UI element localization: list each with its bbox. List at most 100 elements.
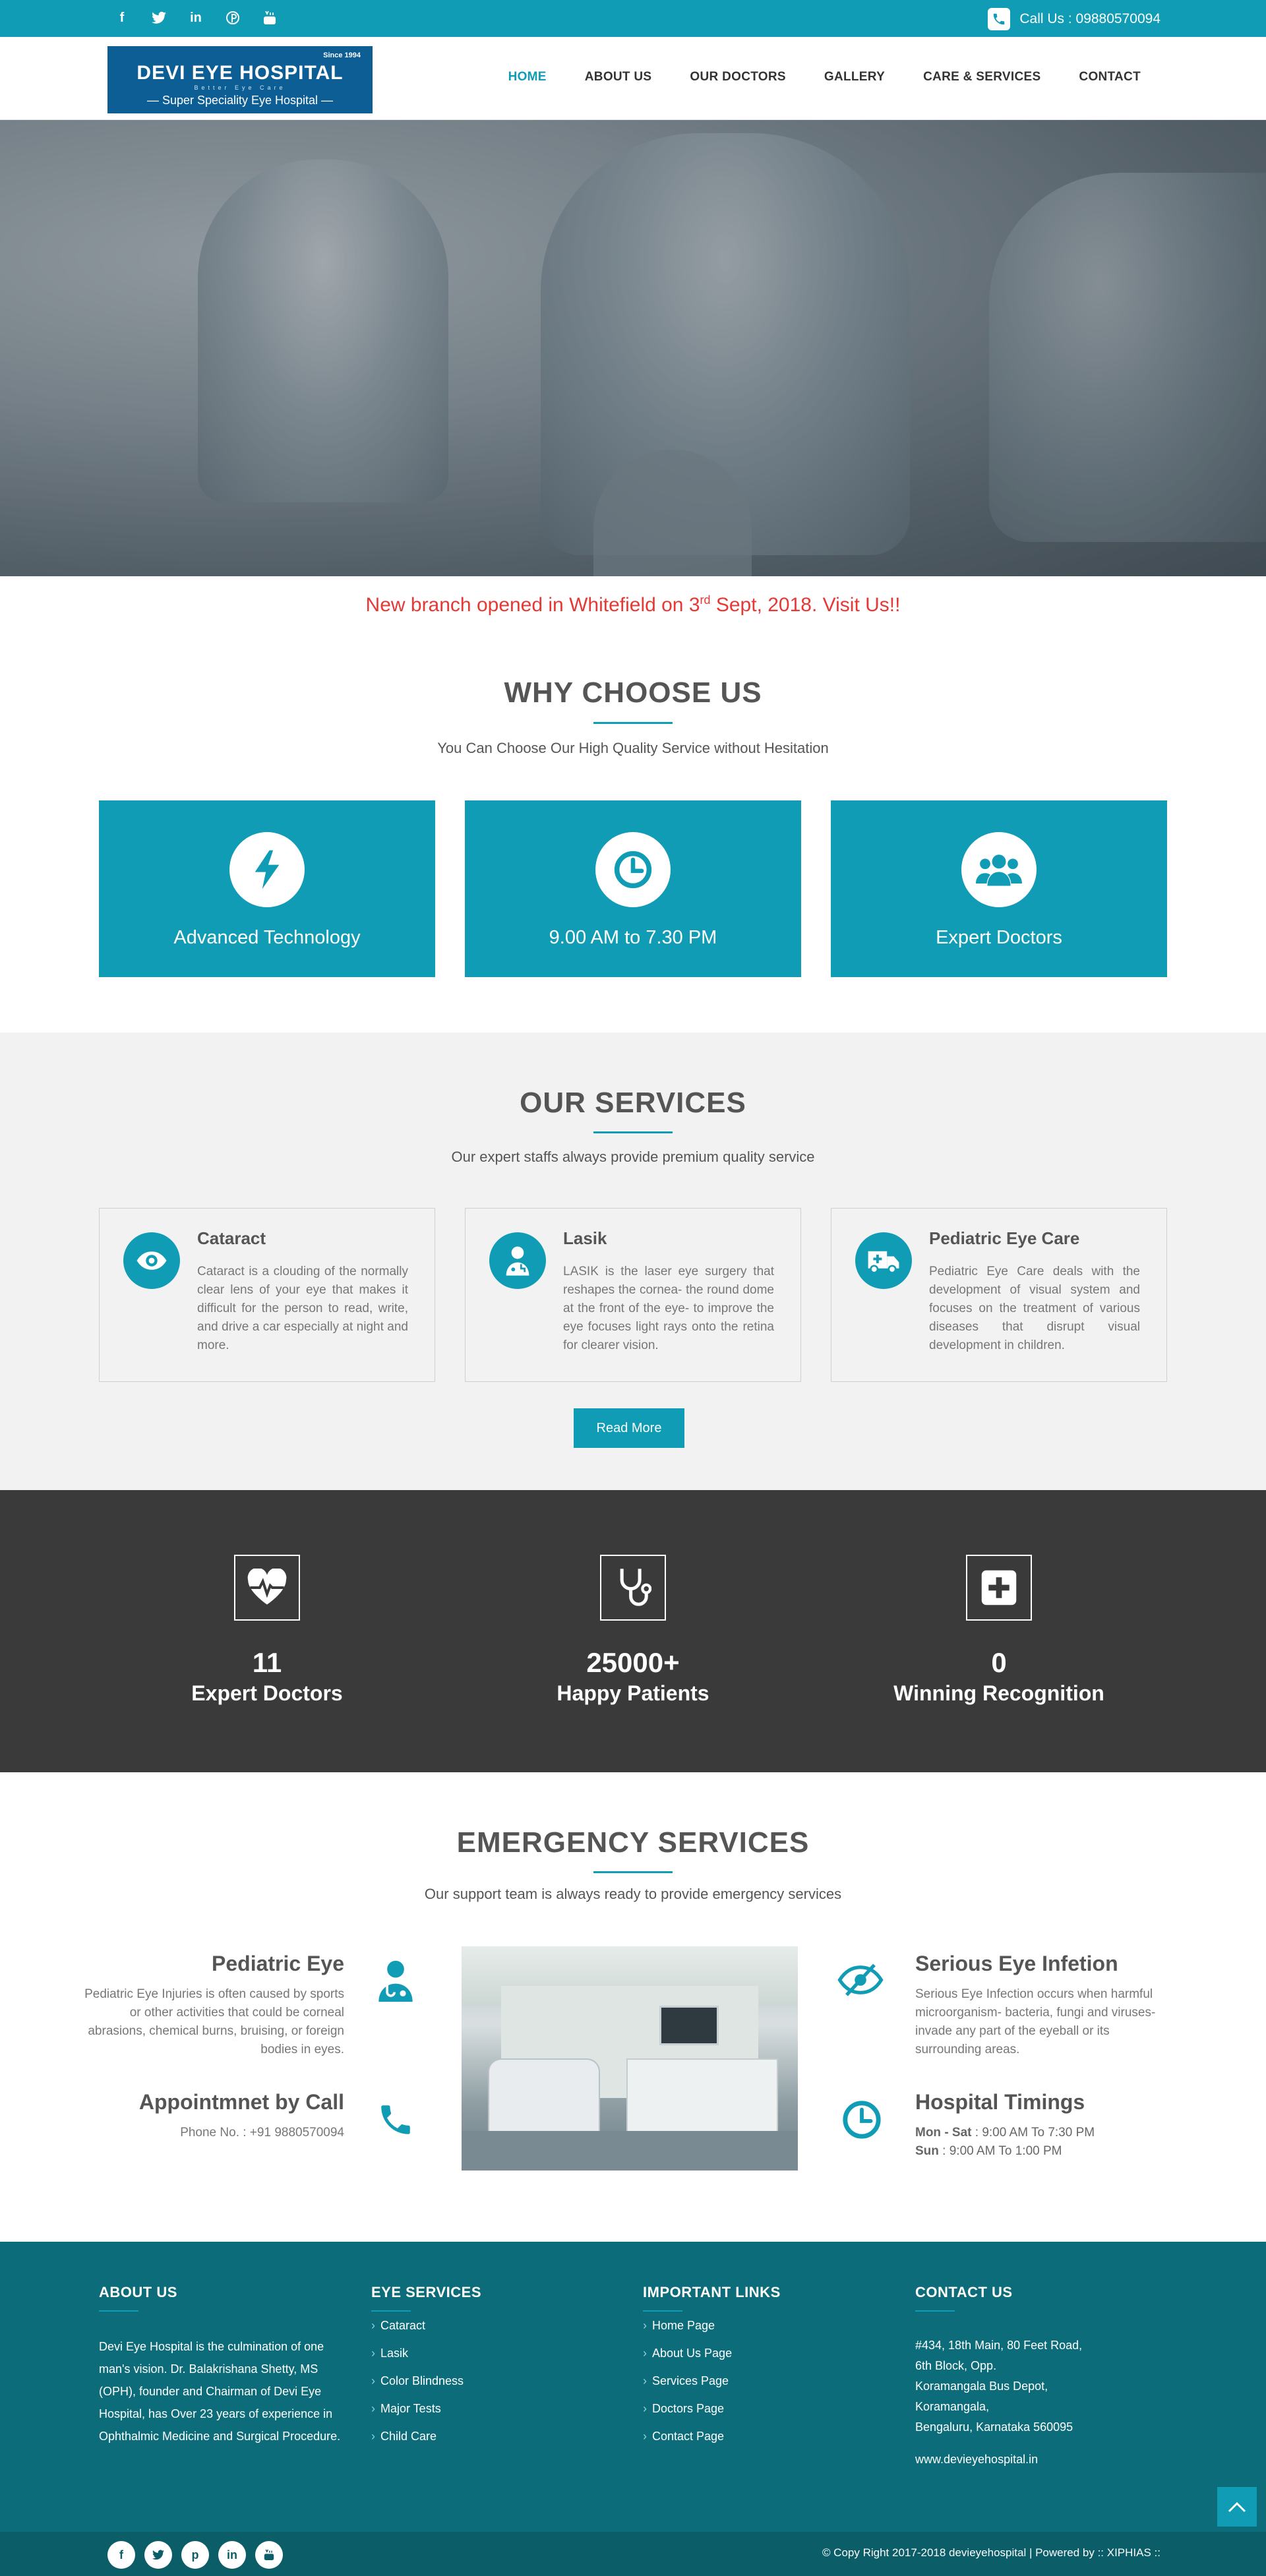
timings-text: Mon - Sat : 9:00 AM To 7:30 PM Sun : 9:0… [915,2124,1179,2161]
address-line: #434, 18th Main, 80 Feet Road, [915,2339,1083,2352]
hero-banner-image [0,120,1266,576]
read-more-button[interactable]: Read More [574,1408,684,1448]
bolt-icon [229,832,305,907]
emergency-phone[interactable]: Phone No. : +91 9880570094 [80,2124,344,2142]
announcement-sup: rd [700,593,711,607]
address-line: Bengaluru, Karnataka 560095 [915,2420,1073,2434]
emergency-item-title: Pediatric Eye [212,1952,344,1975]
phone-icon [988,8,1011,30]
footer-heading: CONTACT US [915,2284,1013,2300]
footer-about: ABOUT US Devi Eye Hospital is the culmin… [99,2284,349,2447]
footer-link-about-us-page[interactable]: About Us Page [643,2339,781,2367]
footer-link-major-tests[interactable]: Major Tests [371,2395,481,2422]
youtube-icon[interactable] [260,8,280,28]
footer-link-services-page[interactable]: Services Page [643,2367,781,2395]
footer-website-link[interactable]: www.devieyehospital.in [915,2449,1166,2470]
linkedin-icon[interactable]: in [218,2541,246,2569]
call-us[interactable]: Call Us : 09880570094 [988,8,1160,30]
emergency-item-title: Hospital Timings [915,2090,1085,2114]
why-item-expert-doctors: Expert Doctors [831,800,1167,977]
service-desc: Pediatric Eye Care deals with the develo… [929,1265,1140,1352]
logo-specialty: — Super Speciality Eye Hospital — [146,94,334,107]
why-item-label: Expert Doctors [936,927,1062,948]
facebook-icon[interactable]: f [112,8,132,28]
emergency-item-title: Serious Eye Infetion [915,1952,1118,1975]
footer-eye-services: EYE SERVICES Cataract Lasik Color Blindn… [371,2284,481,2450]
nav-our-doctors[interactable]: OUR DOCTORS [690,70,785,84]
emergency-title: EMERGENCY SERVICES [456,1826,810,1859]
copyright: © Copy Right 2017-2018 devieyehospital |… [822,2546,1160,2559]
plus-square-icon [966,1555,1032,1621]
scroll-to-top-button[interactable] [1217,2487,1257,2527]
nav-care-services[interactable]: CARE & SERVICES [923,70,1040,84]
address-line: 6th Block, Opp. [915,2359,997,2372]
page: f in Call Us : 09880570094 Since 1994 DE… [0,0,1266,2576]
footer-contact: CONTACT US #434, 18th Main, 80 Feet Road… [915,2284,1166,2470]
users-icon [961,832,1037,907]
timings-weekdays-label: Mon - Sat [915,2126,972,2140]
services-subtitle: Our expert staffs always provide premium… [451,1149,815,1165]
footer-address: #434, 18th Main, 80 Feet Road, 6th Block… [915,2335,1166,2470]
why-divider [593,722,673,724]
footer-link-color-blindness[interactable]: Color Blindness [371,2367,481,2395]
counter-number: 0 [991,1647,1007,1678]
twitter-icon[interactable] [144,2541,172,2569]
timings-weekdays-value: : 9:00 AM To 7:30 PM [971,2126,1095,2140]
footer-link-home-page[interactable]: Home Page [643,2312,781,2339]
footer-link-cataract[interactable]: Cataract [371,2312,481,2339]
eye-icon [123,1232,180,1289]
nav-gallery[interactable]: GALLERY [824,70,885,84]
linkedin-icon[interactable]: in [186,8,206,28]
nav-home[interactable]: HOME [508,70,547,84]
nav-about-us[interactable]: ABOUT US [585,70,652,84]
eye-slash-icon [837,1957,884,2003]
counter-number: 25000+ [586,1647,680,1678]
service-card-lasik[interactable]: Lasik LASIK is the laser eye surgery tha… [465,1208,801,1382]
top-bar: f in Call Us : 09880570094 [0,0,1266,37]
youtube-icon[interactable] [255,2541,283,2569]
service-title: Pediatric Eye Care [929,1228,1080,1248]
emergency-pediatric-eye: Pediatric Eye Pediatric Eye Injuries is … [80,1952,344,2059]
counter-expert-doctors: 11 Expert Doctors [99,1555,435,1706]
service-card-cataract[interactable]: Cataract Cataract is a clouding of the n… [99,1208,435,1382]
ambulance-icon [855,1232,912,1289]
service-desc: LASIK is the laser eye surgery that resh… [563,1265,774,1352]
services-divider [593,1131,673,1133]
nav-contact[interactable]: CONTACT [1079,70,1141,84]
logo-tagline: Better Eye Care [194,84,286,91]
announcement[interactable]: New branch opened in Whitefield on 3rd S… [0,593,1266,616]
counter-number: 11 [252,1647,282,1678]
emergency-hospital-timings: Hospital Timings Mon - Sat : 9:00 AM To … [915,2090,1179,2161]
service-title: Lasik [563,1228,607,1248]
footer-link-child-care[interactable]: Child Care [371,2422,481,2450]
emergency-item-desc: Serious Eye Infection occurs when harmfu… [915,1987,1156,2056]
twitter-icon[interactable] [149,8,169,28]
service-card-pediatric-eye-care[interactable]: Pediatric Eye Care Pediatric Eye Care de… [831,1208,1167,1382]
timings-sunday-value: : 9:00 AM To 1:00 PM [938,2144,1062,2158]
footer-link-doctors-page[interactable]: Doctors Page [643,2395,781,2422]
why-item-label: Advanced Technology [173,927,361,948]
pinterest-icon[interactable]: p [181,2541,209,2569]
footer-link-contact-page[interactable]: Contact Page [643,2422,781,2450]
emergency-item-desc: Pediatric Eye Injuries is often caused b… [84,1987,344,2056]
facebook-icon[interactable]: f [107,2541,135,2569]
logo-name: DEVI EYE HOSPITAL [136,62,344,84]
counter-label: Expert Doctors [191,1681,343,1705]
footer-divider [99,2310,138,2312]
header: Since 1994 DEVI EYE HOSPITAL Better Eye … [0,37,1266,120]
emergency-serious-eye-infection: Serious Eye Infetion Serious Eye Infecti… [915,1952,1179,2059]
why-item-label: 9.00 AM to 7.30 PM [549,927,717,948]
counter-happy-patients: 25000+ Happy Patients [465,1555,801,1706]
footer-heading: EYE SERVICES [371,2284,481,2300]
address-line: Koramangala, [915,2400,990,2413]
user-doctor-icon [373,1958,419,2004]
footer-divider [915,2310,955,2312]
timings-sunday: Sun : 9:00 AM To 1:00 PM [915,2142,1179,2161]
call-us-label: Call Us : 09880570094 [1019,11,1160,26]
logo[interactable]: Since 1994 DEVI EYE HOSPITAL Better Eye … [107,46,373,113]
footer-link-lasik[interactable]: Lasik [371,2339,481,2367]
emergency-appointment-call: Appointmnet by Call Phone No. : +91 9880… [80,2090,344,2142]
footer-important-links: IMPORTANT LINKS Home Page About Us Page … [643,2284,781,2450]
pinterest-icon[interactable] [223,8,243,28]
footer-bottom-bar: f p in © Copy Right 2017-2018 devieyehos… [0,2532,1266,2576]
